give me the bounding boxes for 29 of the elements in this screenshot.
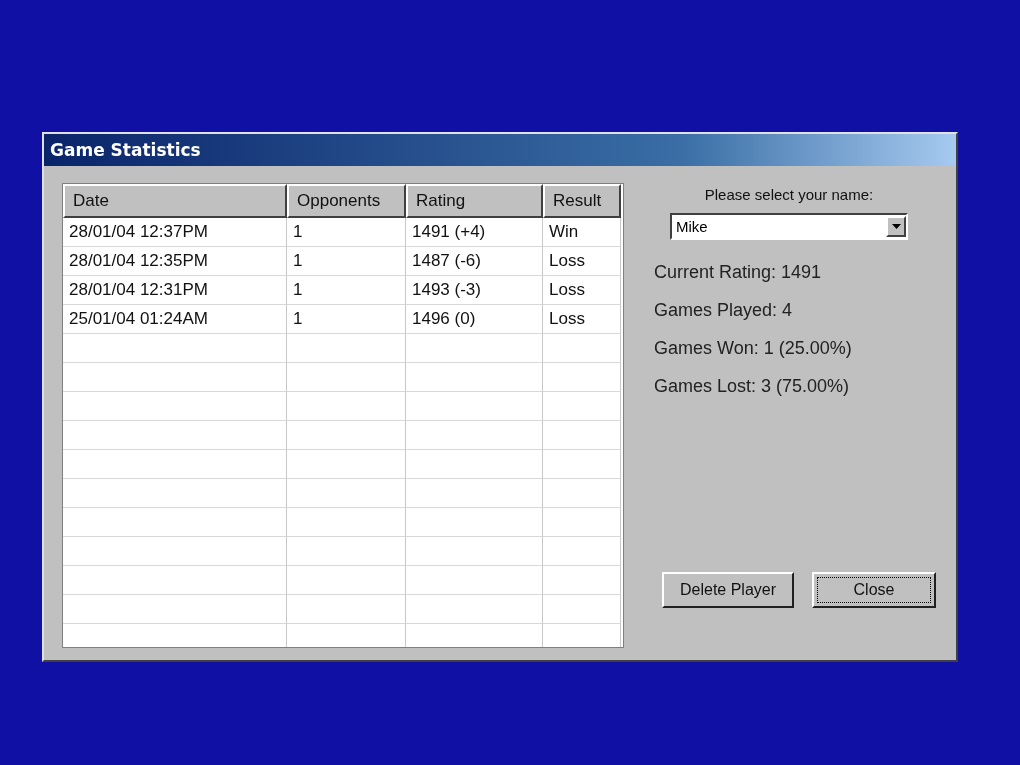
table-cell: 1487 (-6) bbox=[406, 247, 543, 276]
column-header[interactable]: Rating bbox=[406, 184, 543, 218]
table-cell: 1 bbox=[287, 247, 406, 276]
stat-text: Games Played: 4 bbox=[654, 300, 794, 321]
column-header[interactable]: Opponents bbox=[287, 184, 406, 218]
table-cell: 1 bbox=[287, 218, 406, 247]
table-cell: Loss bbox=[543, 305, 621, 334]
select-label: Please select your name: bbox=[704, 186, 874, 203]
table-cell: 28/01/04 12:37PM bbox=[63, 218, 287, 247]
dialog-button[interactable]: Close bbox=[812, 572, 936, 608]
stat-text: Current Rating: 1491 bbox=[654, 262, 823, 283]
name-dropdown[interactable]: Mike bbox=[670, 213, 908, 240]
table-cell: 1 bbox=[287, 305, 406, 334]
column-header[interactable]: Result bbox=[543, 184, 621, 218]
table-cell: Loss bbox=[543, 247, 621, 276]
table-cell: Win bbox=[543, 218, 621, 247]
table-cell: 28/01/04 12:35PM bbox=[63, 247, 287, 276]
dialog-button[interactable]: Delete Player bbox=[662, 572, 794, 608]
table-cell: 1491 (+4) bbox=[406, 218, 543, 247]
table-cell: 28/01/04 12:31PM bbox=[63, 276, 287, 305]
table-cell: Loss bbox=[543, 276, 621, 305]
table-cell: 1493 (-3) bbox=[406, 276, 543, 305]
table-cell: 1 bbox=[287, 276, 406, 305]
table-cell: 1496 (0) bbox=[406, 305, 543, 334]
stat-text: Games Lost: 3 (75.00%) bbox=[654, 376, 851, 397]
table-cell: 25/01/04 01:24AM bbox=[63, 305, 287, 334]
stat-text: Games Won: 1 (25.00%) bbox=[654, 338, 852, 359]
window-title: Game Statistics bbox=[50, 140, 201, 160]
column-header[interactable]: Date bbox=[63, 184, 287, 218]
